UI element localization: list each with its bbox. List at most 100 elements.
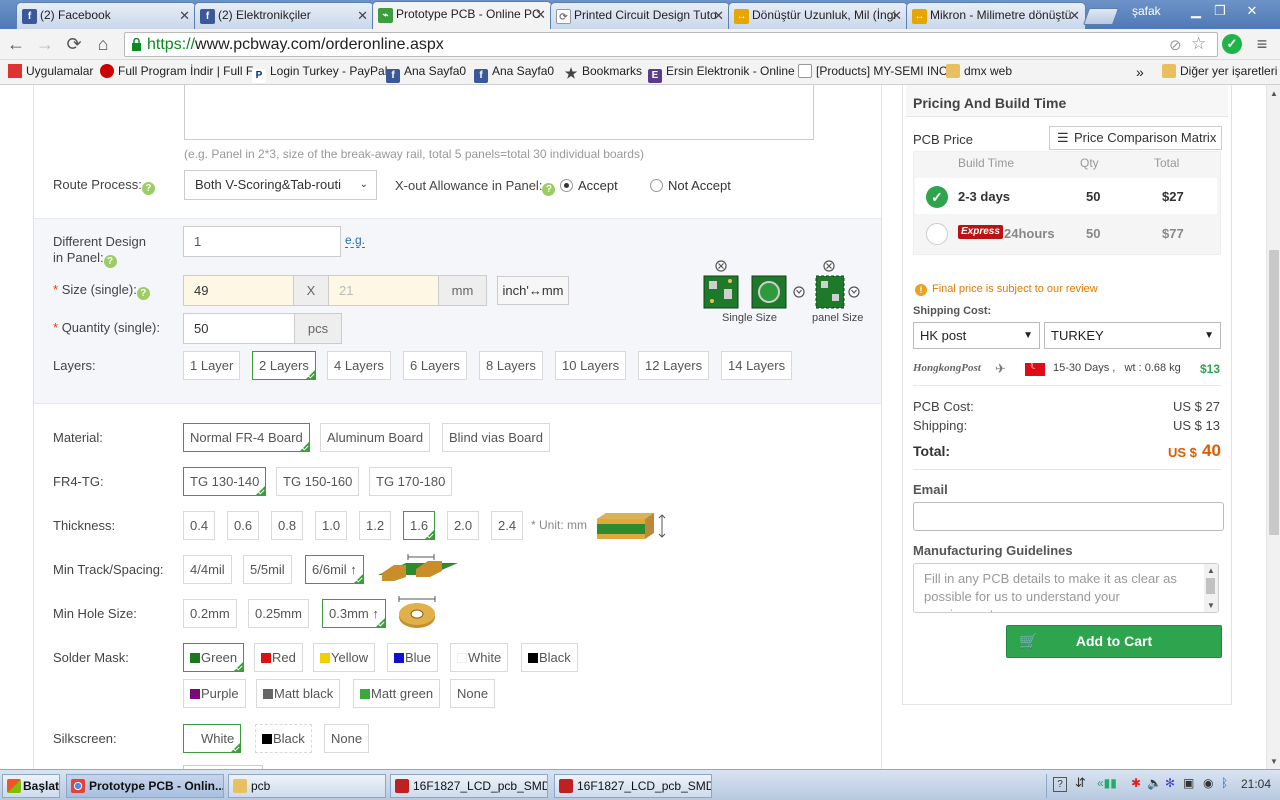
more-bookmarks-icon[interactable]: » <box>1136 64 1144 80</box>
layer-option-12[interactable]: 12 Layers <box>638 351 710 380</box>
layer-option-6[interactable]: 6 Layers <box>403 351 467 380</box>
bookmark-full-program[interactable]: Full Program İndir | Full F <box>100 64 253 78</box>
mask-matt-green[interactable]: Matt green <box>353 679 441 708</box>
thickness-2-4[interactable]: 2.4 <box>491 511 524 540</box>
material-aluminum[interactable]: Aluminum Board <box>320 423 431 452</box>
close-tab-icon[interactable]: ✕ <box>357 8 368 24</box>
taskbar-item-pcb-file-1[interactable]: 16F1827_LCD_pcb_SMD... <box>390 774 548 798</box>
hole-0-2[interactable]: 0.2mm <box>183 599 237 628</box>
route-process-select[interactable]: Both V-Scoring&Tab-routi ⌄ <box>184 170 377 200</box>
mask-black[interactable]: Black <box>521 643 578 672</box>
profile-name[interactable]: şafak <box>1132 4 1161 18</box>
star-icon[interactable]: ☆ <box>1191 34 1206 54</box>
page-scrollbar[interactable]: ▲ ▼ <box>1266 85 1280 769</box>
mask-matt-black[interactable]: Matt black <box>256 679 341 708</box>
bookmark-dmx-web[interactable]: dmx web <box>946 64 1012 78</box>
minimize-icon[interactable]: ▁ <box>1184 2 1208 19</box>
tab-pcbway[interactable]: ⌁ Prototype PCB - Online PC ✕ <box>372 1 552 29</box>
tg-150-160[interactable]: TG 150-160 <box>276 467 360 496</box>
thickness-1-0[interactable]: 1.0 <box>315 511 348 540</box>
different-design-input[interactable]: 1 <box>183 226 341 257</box>
bookmark-ana-sayfa-2[interactable]: f Ana Sayfa0 <box>474 64 554 83</box>
taskbar-item-pcb-file-2[interactable]: 16F1827_LCD_pcb_SMD... <box>554 774 712 798</box>
close-window-icon[interactable]: ✕ <box>1240 2 1264 19</box>
price-comparison-button[interactable]: ☰ Price Comparison Matrix <box>1049 126 1222 150</box>
tab-facebook[interactable]: f (2) Facebook ✕ <box>16 2 196 29</box>
guidelines-textarea[interactable]: Fill in any PCB details to make it as cl… <box>913 563 1219 613</box>
thickness-0-6[interactable]: 0.6 <box>227 511 260 540</box>
bookmark-ana-sayfa-1[interactable]: f Ana Sayfa0 <box>386 64 466 83</box>
layer-option-1[interactable]: 1 Layer <box>183 351 241 380</box>
forward-icon[interactable]: → <box>33 33 57 55</box>
thickness-0-4[interactable]: 0.4 <box>183 511 216 540</box>
address-bar[interactable]: https://www.pcbway.com/orderonline.aspx … <box>124 32 1218 57</box>
carrier-select[interactable]: HK post ▼ <box>913 322 1040 349</box>
layer-option-14[interactable]: 14 Layers <box>721 351 793 380</box>
material-fr4[interactable]: Normal FR-4 Board <box>183 423 310 452</box>
scrollbar-thumb[interactable] <box>1269 250 1279 535</box>
back-icon[interactable]: ← <box>4 33 28 55</box>
home-icon[interactable]: ⌂ <box>91 33 115 55</box>
material-blind-vias[interactable]: Blind vias Board <box>442 423 550 452</box>
mask-white[interactable]: White <box>450 643 509 672</box>
bookmark-apps[interactable]: Uygulamalar <box>8 64 93 78</box>
mask-purple[interactable]: Purple <box>183 679 246 708</box>
track-5-5[interactable]: 5/5mil <box>243 555 292 584</box>
mask-green[interactable]: Green <box>183 643 245 672</box>
mask-blue[interactable]: Blue <box>387 643 439 672</box>
close-tab-icon[interactable]: ✕ <box>179 8 190 24</box>
extension-icon[interactable]: ⊘ <box>1169 36 1182 54</box>
check-extension-icon[interactable]: ✓ <box>1222 34 1242 54</box>
tab-elektronikciler[interactable]: f (2) Elektronikçiler ✕ <box>194 2 374 29</box>
track-6-6[interactable]: 6/6mil ↑ <box>305 555 364 584</box>
thickness-0-8[interactable]: 0.8 <box>271 511 304 540</box>
express-radio[interactable] <box>926 223 948 245</box>
bookmark-bookmarks[interactable]: ★ Bookmarks <box>564 64 642 80</box>
mask-red[interactable]: Red <box>254 643 303 672</box>
menu-icon[interactable]: ≡ <box>1250 33 1274 55</box>
hole-0-3[interactable]: 0.3mm ↑ <box>322 599 386 628</box>
thickness-2-0[interactable]: 2.0 <box>447 511 480 540</box>
other-bookmarks[interactable]: Diğer yer işaretleri <box>1162 64 1277 78</box>
panel-requirements-textarea[interactable] <box>184 85 814 140</box>
track-4-4[interactable]: 4/4mil <box>183 555 232 584</box>
example-link[interactable]: e.g. <box>345 233 366 248</box>
tg-170-180[interactable]: TG 170-180 <box>369 467 453 496</box>
unit-toggle-button[interactable]: inch'↔mm <box>497 276 569 305</box>
not-accept-radio[interactable] <box>650 179 663 192</box>
close-tab-icon[interactable]: ✕ <box>535 7 546 23</box>
quantity-input[interactable]: 50 <box>183 313 295 344</box>
close-tab-icon[interactable]: ✕ <box>1069 8 1080 24</box>
silk-black[interactable]: Black <box>255 724 312 753</box>
thickness-1-2[interactable]: 1.2 <box>359 511 392 540</box>
mask-yellow[interactable]: Yellow <box>313 643 376 672</box>
taskbar-item-chrome[interactable]: Prototype PCB - Onlin... <box>66 774 224 798</box>
bookmark-ersin[interactable]: E Ersin Elektronik - Online <box>648 64 795 83</box>
tab-donustur[interactable]: ↔ Dönüştür Uzunluk, Mil (İngi ✕ <box>728 2 908 29</box>
tab-mikron[interactable]: ↔ Mikron - Milimetre dönüştü ✕ <box>906 2 1086 29</box>
taskbar-item-pcb-folder[interactable]: pcb <box>228 774 386 798</box>
bookmark-my-semi[interactable]: [Products] MY-SEMI INC <box>798 64 948 78</box>
close-tab-icon[interactable]: ✕ <box>713 8 724 24</box>
country-select[interactable]: TURKEY ▼ <box>1044 322 1221 349</box>
mask-none[interactable]: None <box>450 679 496 708</box>
email-input[interactable] <box>913 502 1224 531</box>
add-to-cart-button[interactable]: 🛒 Add to Cart <box>1006 625 1222 658</box>
start-button[interactable]: Başlat <box>2 774 60 798</box>
restore-icon[interactable]: ❐ <box>1208 2 1232 19</box>
selected-check-icon[interactable]: ✓ <box>926 186 948 208</box>
layer-option-8[interactable]: 8 Layers <box>479 351 543 380</box>
close-tab-icon[interactable]: ✕ <box>891 8 902 24</box>
hole-0-25[interactable]: 0.25mm <box>248 599 309 628</box>
accept-radio[interactable] <box>560 179 573 192</box>
new-tab-button[interactable] <box>1082 8 1120 25</box>
size-y-input[interactable]: 21 <box>328 275 439 306</box>
silk-none[interactable]: None <box>324 724 370 753</box>
layer-option-4[interactable]: 4 Layers <box>327 351 391 380</box>
size-x-input[interactable]: 49 <box>183 275 294 306</box>
reload-icon[interactable]: ⟳ <box>62 33 86 55</box>
layer-option-10[interactable]: 10 Layers <box>555 351 627 380</box>
thickness-1-6[interactable]: 1.6 <box>403 511 436 540</box>
silk-white[interactable]: White <box>183 724 242 753</box>
bookmark-paypal[interactable]: P Login Turkey - PayPal <box>252 64 387 83</box>
